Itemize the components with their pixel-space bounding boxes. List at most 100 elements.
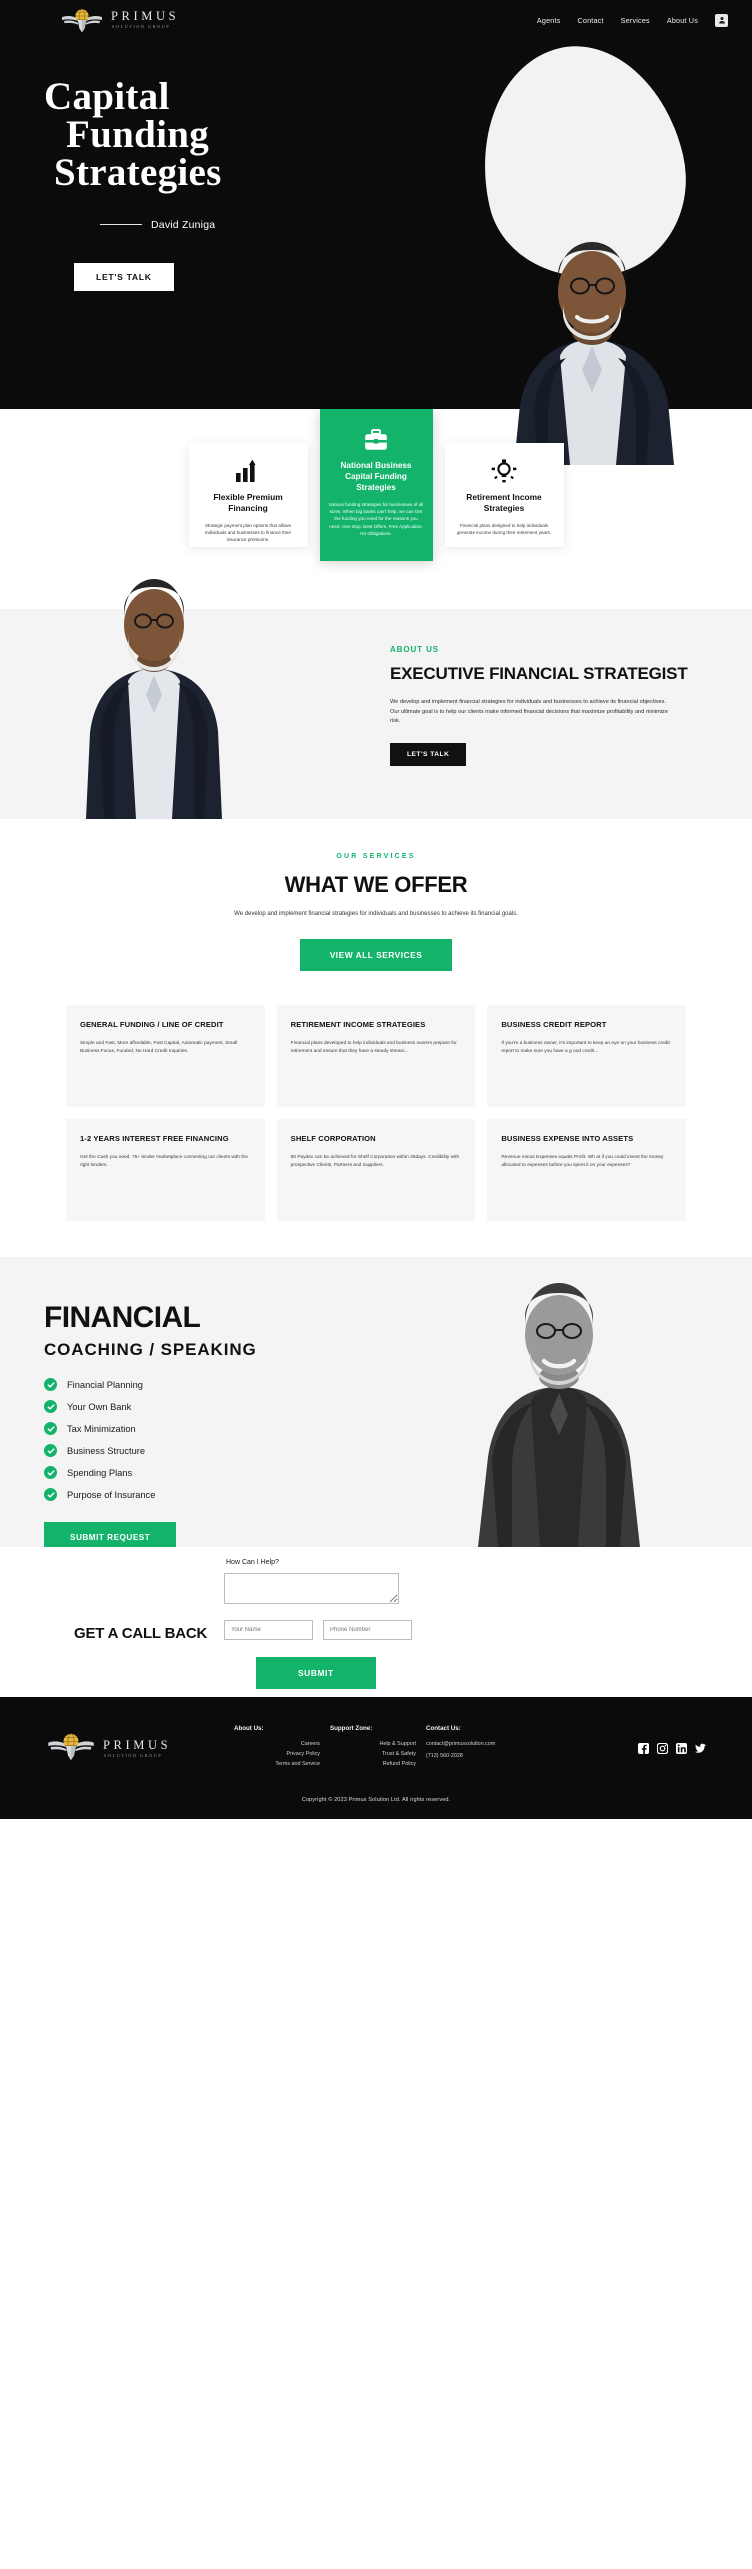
service-card[interactable]: BUSINESS CREDIT REPORT If you're a busin… [487, 1005, 686, 1108]
footer-link-terms-and-service[interactable]: Terms and Service [234, 1761, 320, 1767]
briefcase-icon [329, 425, 424, 451]
brand-name: PRIMUS [111, 9, 180, 24]
service-card-text: Get the Cash you need. 75+ lender market… [80, 1154, 248, 1168]
service-card[interactable]: RETIREMENT INCOME STRATEGIES Financial p… [276, 1005, 476, 1108]
hero-lets-talk-button[interactable]: LET'S TALK [74, 262, 174, 291]
card-text: Various funding strategies for businesse… [328, 502, 424, 536]
coaching-bullet-item: Purpose of Insurance [44, 1488, 354, 1502]
your-name-input[interactable] [224, 1620, 313, 1641]
feature-card-national-business-capital-funding[interactable]: National Business Capital Funding Strate… [319, 409, 433, 561]
hero-copy: Capital Funding Strategies David Zuniga … [44, 75, 222, 291]
footer-link-help-support[interactable]: Help & Support [330, 1741, 416, 1747]
card-title: National Business Capital Funding Strate… [340, 461, 412, 493]
about-eyebrow: ABOUT US [390, 645, 439, 654]
facebook-icon[interactable] [638, 1743, 649, 1755]
footer-link-refund-policy[interactable]: Refund Policy [330, 1761, 416, 1767]
callback-form: How Can I Help? SUBMIT [224, 1559, 524, 1690]
coaching-bullet-item: Your Own Bank [44, 1400, 354, 1414]
user-avatar-icon[interactable] [715, 13, 728, 27]
service-card[interactable]: BUSINESS EXPENSE INTO ASSETS Revenue min… [487, 1119, 686, 1222]
coaching-heading-bottom: COACHING / SPEAKING [44, 1340, 257, 1360]
coaching-bullet-label: Financial Planning [67, 1379, 143, 1390]
service-card-title: BUSINESS EXPENSE INTO ASSETS [501, 1134, 634, 1144]
linkedin-icon[interactable] [676, 1743, 687, 1755]
primus-winged-globe-icon [60, 7, 104, 33]
primus-winged-globe-icon [46, 1731, 96, 1766]
nav-item-services[interactable]: Services [621, 16, 650, 25]
footer-link-privacy-policy[interactable]: Privacy Policy [234, 1751, 320, 1757]
coaching-bullet-item: Spending Plans [44, 1466, 354, 1480]
coaching-bullet-item: Financial Planning [44, 1378, 354, 1392]
site-footer: PRIMUS SOLUTION GROUP About Us: Careers … [0, 1697, 752, 1820]
service-card-title: RETIREMENT INCOME STRATEGIES [290, 1020, 426, 1030]
lightbulb-icon [456, 457, 553, 483]
footer-brand-tagline: SOLUTION GROUP [104, 1753, 163, 1759]
check-circle-icon [44, 1400, 57, 1414]
landing-page: PRIMUS SOLUTION GROUP Agents Contact Ser… [0, 0, 752, 1820]
instagram-icon[interactable] [657, 1743, 668, 1755]
footer-contact-phone[interactable]: (713) 560-2028 [426, 1753, 546, 1759]
card-title: Retirement Income Strategies [466, 492, 542, 514]
service-card-text: Financial plans developed to help indivi… [290, 1040, 457, 1054]
about-lets-talk-button[interactable]: LET'S TALK [390, 743, 467, 767]
footer-contact-email[interactable]: contact@primussolution.com [426, 1741, 546, 1747]
service-card[interactable]: 1-2 YEARS INTEREST FREE FINANCING Get th… [66, 1119, 265, 1222]
service-card-title: SHELF CORPORATION [290, 1134, 376, 1144]
card-text: Financial plans designed to help individ… [456, 522, 552, 535]
hero-title-line-3: Strategies [54, 151, 222, 195]
about-section: ABOUT US EXECUTIVE FINANCIAL STRATEGIST … [0, 579, 752, 819]
coaching-bullet-item: Tax Minimization [44, 1422, 354, 1436]
hero-section: PRIMUS SOLUTION GROUP Agents Contact Ser… [0, 0, 752, 465]
coaching-bullet-label: Tax Minimization [67, 1423, 136, 1434]
twitter-icon[interactable] [695, 1743, 706, 1754]
callback-submit-button[interactable]: SUBMIT [256, 1657, 376, 1690]
callback-section: How Can I Help? SUBMIT GET A CALL BACK [0, 1547, 752, 1698]
footer-column-about-us: About Us: Careers Privacy Policy Terms a… [234, 1725, 320, 1771]
footer-column-heading: About Us: [234, 1725, 264, 1733]
check-circle-icon [44, 1466, 57, 1480]
footer-copyright: Copyright © 2023 Primus Solution Ltd. Al… [301, 1797, 451, 1804]
nav-item-about-us[interactable]: About Us [667, 16, 698, 25]
check-circle-icon [44, 1378, 57, 1392]
service-card-title: GENERAL FUNDING / LINE OF CREDIT [80, 1020, 224, 1030]
service-card-text: Revenue minus Expenses equals Profit. Wh… [501, 1154, 664, 1168]
service-card[interactable]: GENERAL FUNDING / LINE OF CREDIT Simple … [66, 1005, 265, 1108]
coaching-bullet-list: Financial Planning Your Own Bank Tax Min… [44, 1378, 354, 1502]
service-card-text: Simple and Fast, More affordable, Fast C… [80, 1040, 238, 1054]
nav-item-contact[interactable]: Contact [577, 16, 603, 25]
message-textarea[interactable] [224, 1573, 399, 1605]
footer-link-careers[interactable]: Careers [234, 1741, 320, 1747]
hero-title: Capital Funding Strategies [44, 75, 222, 195]
view-all-services-button[interactable]: VIEW ALL SERVICES [299, 939, 453, 972]
about-heading: EXECUTIVE FINANCIAL STRATEGIST [390, 664, 688, 683]
feature-card-retirement-income-strategies[interactable]: Retirement Income Strategies Financial p… [444, 443, 564, 547]
submit-request-button[interactable]: SUBMIT REQUEST [44, 1522, 177, 1548]
footer-social-links [638, 1725, 706, 1755]
hero-title-line-1: Capital [44, 75, 170, 118]
phone-number-input[interactable] [323, 1620, 412, 1641]
card-text: Strategic payment plan options that allo… [204, 522, 292, 542]
coaching-portrait [454, 1261, 664, 1548]
service-card-title: BUSINESS CREDIT REPORT [501, 1020, 607, 1030]
top-navigation: PRIMUS SOLUTION GROUP Agents Contact Ser… [0, 0, 752, 40]
coaching-bullet-label: Purpose of Insurance [67, 1489, 156, 1500]
coaching-bullet-label: Business Structure [67, 1445, 146, 1456]
footer-link-trust-safety[interactable]: Trust & Safety [330, 1751, 416, 1757]
callback-heading: GET A CALL BACK [74, 1625, 208, 1643]
check-circle-icon [44, 1422, 57, 1436]
coaching-heading-top: FINANCIAL [44, 1301, 201, 1335]
coaching-bullet-item: Business Structure [44, 1444, 354, 1458]
service-card-title: 1-2 YEARS INTEREST FREE FINANCING [80, 1134, 229, 1144]
card-title: Flexible Premium Financing [213, 492, 283, 514]
coaching-section: FINANCIAL COACHING / SPEAKING Financial … [0, 1257, 752, 1548]
brand-logo[interactable]: PRIMUS SOLUTION GROUP [60, 7, 179, 33]
coaching-bullet-label: Your Own Bank [67, 1401, 132, 1412]
footer-column-support-zone: Support Zone: Help & Support Trust & Saf… [330, 1725, 416, 1771]
how-can-i-help-label: How Can I Help? [226, 1559, 279, 1567]
feature-card-flexible-premium-financing[interactable]: Flexible Premium Financing Strategic pay… [188, 443, 308, 547]
footer-brand-logo[interactable]: PRIMUS SOLUTION GROUP [46, 1725, 234, 1766]
footer-column-heading: Support Zone: [330, 1725, 373, 1733]
hero-title-line-2: Funding [66, 113, 210, 157]
service-card[interactable]: SHELF CORPORATION 80 Paydex can be achie… [276, 1119, 476, 1222]
nav-item-agents[interactable]: Agents [537, 16, 561, 25]
